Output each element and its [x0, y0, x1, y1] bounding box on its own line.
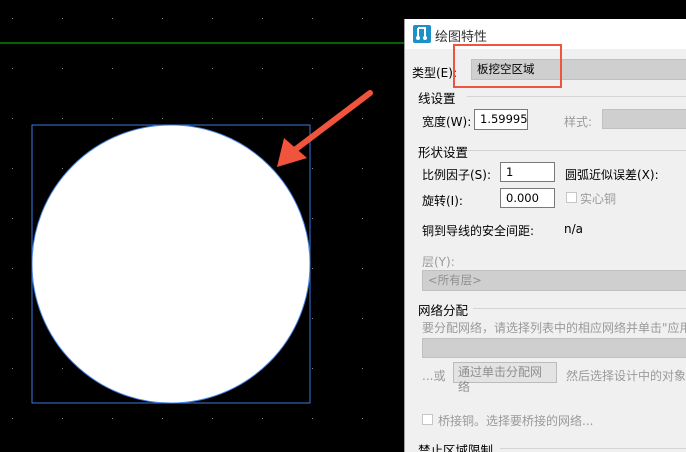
- grid-dot: [212, 68, 213, 69]
- grid-dot: [212, 418, 213, 419]
- grid-dot: [12, 68, 13, 69]
- grid-dot: [12, 218, 13, 219]
- grid-dot: [312, 368, 313, 369]
- net-assign-divider: [473, 308, 686, 309]
- grid-dot: [112, 18, 113, 19]
- board-cutout-circle[interactable]: [31, 124, 311, 404]
- then-select-text: 然后选择设计中的对象: [566, 369, 686, 383]
- rotation-input[interactable]: 0.000: [500, 188, 555, 208]
- grid-dot: [12, 118, 13, 119]
- grid-dot: [12, 318, 13, 319]
- rotation-label: 旋转(I):: [422, 194, 463, 208]
- grid-dot: [362, 218, 363, 219]
- annotation-arrow: [277, 90, 373, 167]
- grid-dot: [362, 118, 363, 119]
- net-list[interactable]: [422, 338, 686, 358]
- restriction-divider: [500, 448, 686, 449]
- restriction-header: 禁止区域限制: [418, 443, 494, 452]
- grid-dot: [312, 18, 313, 19]
- assign-by-click-button[interactable]: 通过单击分配网络: [453, 362, 557, 394]
- rotation-value: 0.000: [506, 191, 539, 205]
- solid-copper-label: 实心铜: [580, 192, 617, 206]
- grid-dot: [312, 318, 313, 319]
- line-settings-divider: [467, 96, 686, 97]
- shape-settings-divider: [467, 150, 686, 151]
- layer-value: <所有层>: [428, 273, 482, 287]
- solid-copper-checkbox[interactable]: [566, 192, 577, 203]
- grid-dot: [12, 268, 13, 269]
- grid-dot: [62, 68, 63, 69]
- or-text: ...或: [422, 369, 446, 383]
- grid-dot: [312, 68, 313, 69]
- grid-dot: [262, 118, 263, 119]
- grid-dot: [12, 168, 13, 169]
- scale-value: 1: [506, 165, 514, 179]
- grid-dot: [362, 168, 363, 169]
- grid-dot: [362, 68, 363, 69]
- grid-dot: [212, 18, 213, 19]
- grid-dot: [362, 368, 363, 369]
- grid-dot: [362, 418, 363, 419]
- grid-dot: [312, 418, 313, 419]
- grid-dot: [362, 268, 363, 269]
- layer-label: 层(Y):: [422, 255, 455, 269]
- type-label: 类型(E):: [412, 66, 457, 80]
- grid-dot: [62, 168, 63, 169]
- grid-dot: [162, 418, 163, 419]
- grid-dot: [162, 68, 163, 69]
- grid-dot: [312, 268, 313, 269]
- scale-label: 比例因子(S):: [422, 168, 492, 182]
- width-label: 宽度(W):: [422, 115, 472, 129]
- grid-dot: [12, 418, 13, 419]
- grid-dot: [62, 418, 63, 419]
- clearance-label: 铜到导线的安全间距:: [422, 224, 535, 238]
- grid-dot: [262, 418, 263, 419]
- clearance-value: n/a: [564, 222, 584, 236]
- grid-dot: [112, 418, 113, 419]
- layer-dropdown[interactable]: <所有层>: [422, 270, 686, 291]
- grid-dot: [112, 118, 113, 119]
- app-icon: [413, 25, 431, 43]
- arc-error-label: 圆弧近似误差(X):: [565, 168, 659, 182]
- net-assign-hint: 要分配网络，请选择列表中的相应网络并单击"应用: [422, 321, 686, 335]
- scale-input[interactable]: 1: [500, 162, 555, 182]
- grid-dot: [262, 18, 263, 19]
- style-label: 样式:: [564, 115, 593, 129]
- style-dropdown[interactable]: [602, 109, 686, 129]
- grid-dot: [312, 218, 313, 219]
- dialog-title: 绘图特性: [435, 30, 488, 45]
- grid-dot: [262, 68, 263, 69]
- annotation-highlight-box: [453, 44, 562, 88]
- grid-dot: [212, 118, 213, 119]
- shape-settings-header: 形状设置: [418, 145, 469, 160]
- grid-dot: [162, 18, 163, 19]
- grid-dot: [362, 318, 363, 319]
- grid-dot: [312, 168, 313, 169]
- grid-dot: [12, 18, 13, 19]
- bridge-copper-label: 桥接铜。选择要桥接的网络...: [438, 414, 594, 428]
- grid-dot: [62, 18, 63, 19]
- grid-dot: [162, 118, 163, 119]
- bridge-copper-checkbox[interactable]: [422, 414, 433, 425]
- width-value: 1.59995: [480, 112, 528, 126]
- grid-dot: [112, 68, 113, 69]
- line-settings-header: 线设置: [418, 91, 456, 106]
- grid-dot: [312, 118, 313, 119]
- grid-dot: [362, 18, 363, 19]
- grid-dot: [62, 368, 63, 369]
- net-assign-header: 网络分配: [418, 303, 469, 318]
- width-input[interactable]: 1.59995: [474, 109, 528, 130]
- grid-dot: [62, 118, 63, 119]
- assign-by-click-label: 通过单击分配网络: [458, 365, 543, 394]
- grid-dot: [12, 368, 13, 369]
